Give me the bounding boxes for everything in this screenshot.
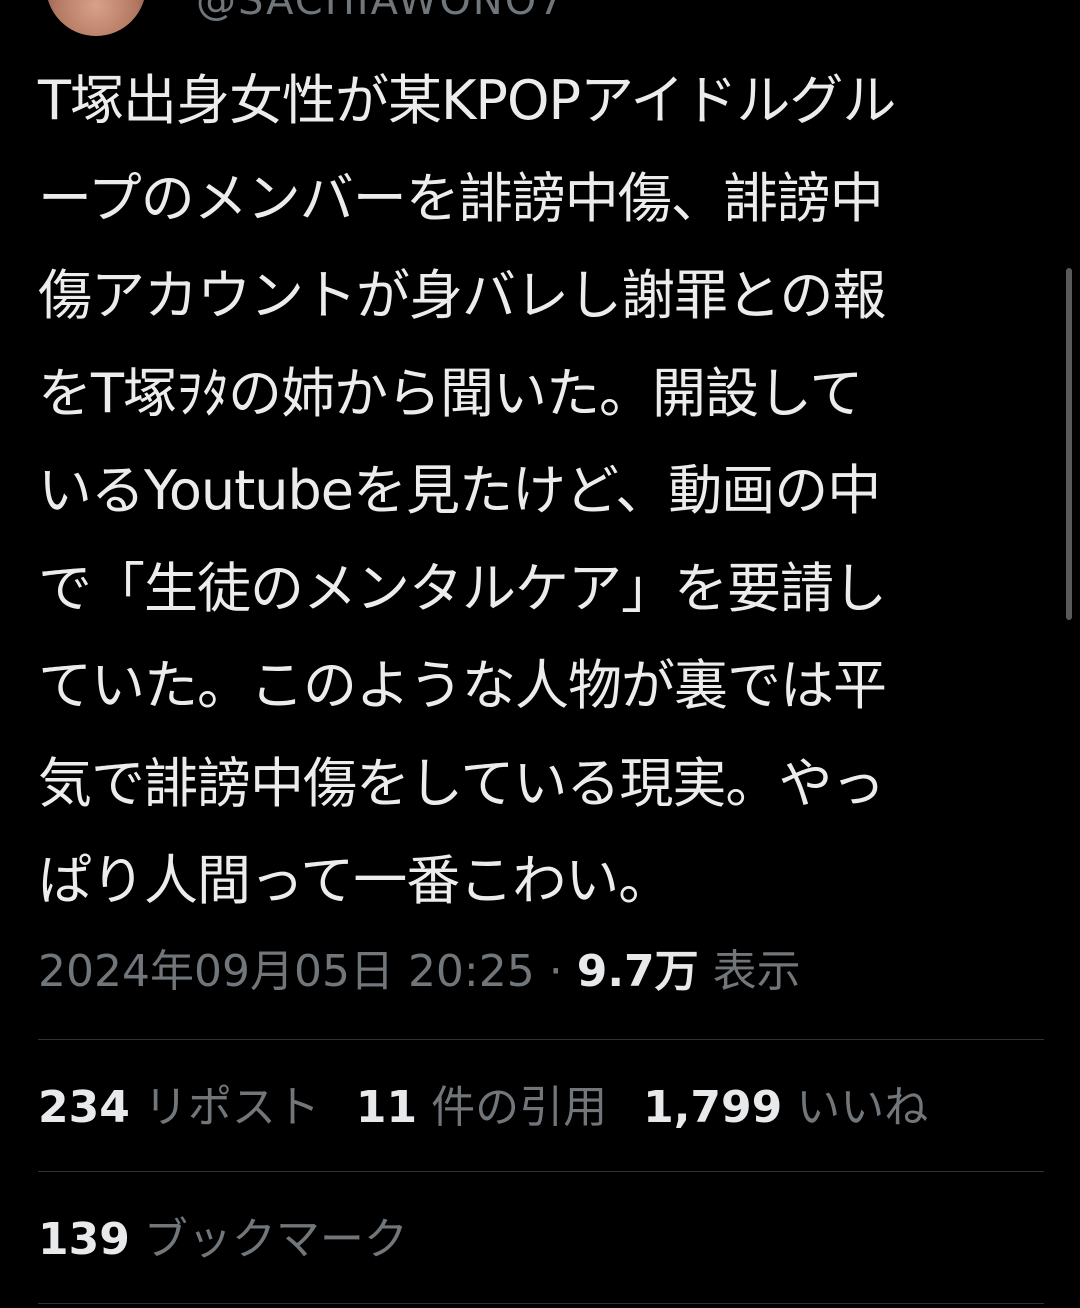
bookmarks-label: ブックマーク xyxy=(143,1214,408,1265)
views-count: 9.7万 xyxy=(576,946,699,997)
meta-separator: · xyxy=(534,946,577,997)
likes-count: 1,799 xyxy=(643,1082,783,1133)
engagement-stats-row: 234 リポスト 11 件の引用 1,799 いいね xyxy=(38,1078,928,1138)
quotes-label: 件の引用 xyxy=(431,1082,608,1133)
quotes-count: 11 xyxy=(355,1082,418,1133)
divider xyxy=(38,1171,1044,1172)
author-handle[interactable]: @SACHIAWONO7 xyxy=(196,0,566,24)
tweet-text: T塚出身女性が某KPOPアイドルグル ープのメンバーを誹謗中傷、誹謗中 傷アカウ… xyxy=(38,69,896,912)
bookmarks-stats-row: 139 ブックマーク xyxy=(38,1210,408,1270)
bookmarks-count: 139 xyxy=(38,1214,130,1265)
tweet-datetime[interactable]: 2024年09月05日 20:25 xyxy=(38,946,535,997)
reposts-label: リポスト xyxy=(143,1082,320,1133)
quotes-stat[interactable]: 11 件の引用 xyxy=(356,1078,607,1138)
scrollbar[interactable] xyxy=(1066,268,1072,620)
likes-label: いいね xyxy=(796,1082,929,1133)
tweet-meta: 2024年09月05日 20:25 · 9.7万 表示 xyxy=(38,942,801,1002)
likes-stat[interactable]: 1,799 いいね xyxy=(643,1078,928,1138)
reposts-stat[interactable]: 234 リポスト xyxy=(38,1078,320,1138)
views-label: 表示 xyxy=(698,946,801,997)
reposts-count: 234 xyxy=(38,1082,130,1133)
divider xyxy=(38,1039,1044,1040)
avatar[interactable] xyxy=(46,0,146,36)
bookmarks-stat[interactable]: 139 ブックマーク xyxy=(38,1210,408,1270)
divider xyxy=(38,1303,1044,1304)
